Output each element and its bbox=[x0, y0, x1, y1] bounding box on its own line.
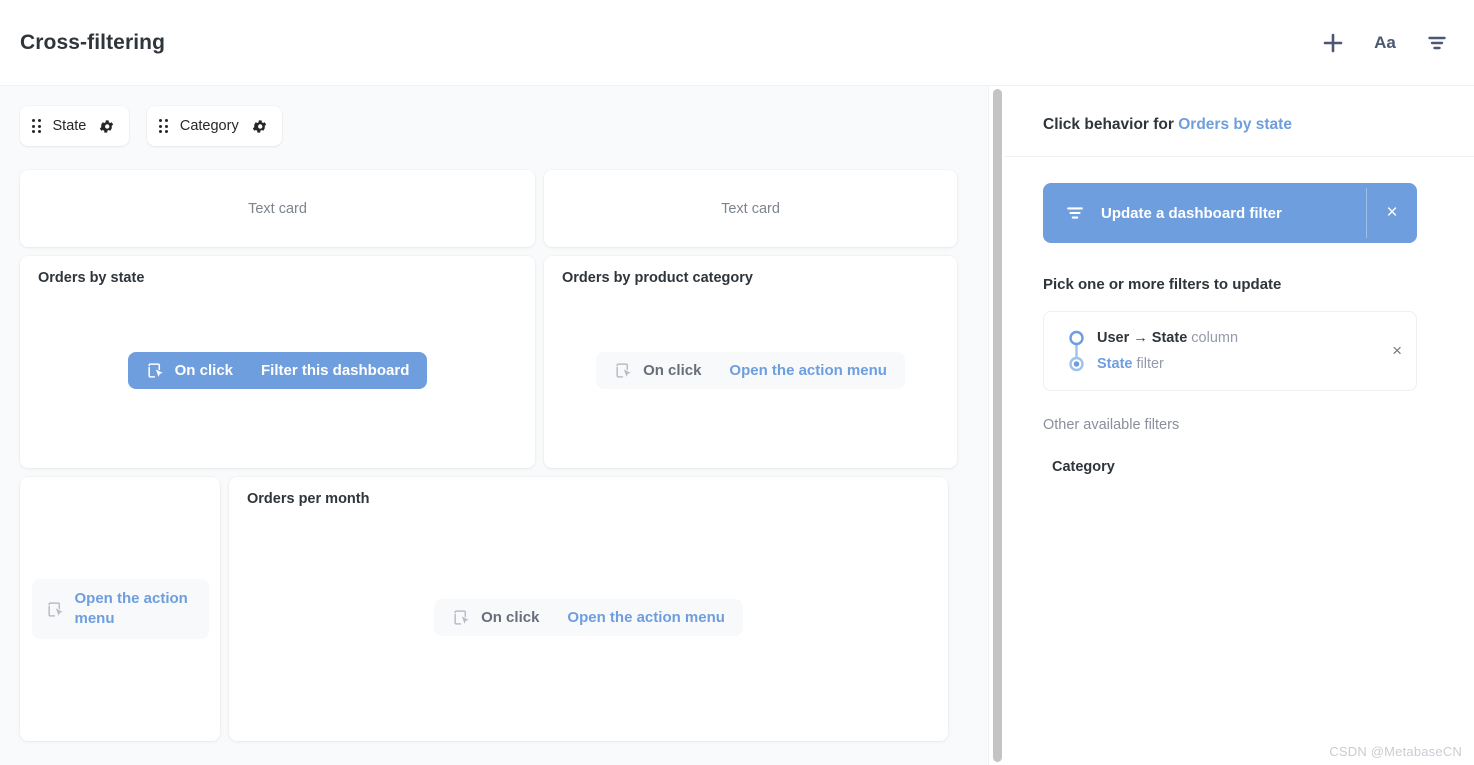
filter-mapping-texts: User → State column State filter bbox=[1097, 330, 1374, 372]
mapping-filter-name: State bbox=[1097, 355, 1133, 372]
close-icon[interactable]: × bbox=[1367, 183, 1417, 243]
other-filters-title: Other available filters bbox=[1043, 417, 1180, 433]
dashboard-card-untitled[interactable]: Open the action menu bbox=[20, 477, 220, 741]
selected-behavior-main[interactable]: Update a dashboard filter bbox=[1043, 183, 1366, 243]
click-target-icon bbox=[146, 361, 165, 380]
mapping-column-name: User → State bbox=[1097, 329, 1188, 346]
card-body: On click Open the action menu bbox=[562, 286, 939, 454]
card-body: Open the action menu bbox=[30, 491, 210, 727]
dashboard-grid: Text card Text card Orders by state On c… bbox=[20, 170, 985, 741]
click-behavior-value: Filter this dashboard bbox=[261, 361, 410, 379]
scrollbar-thumb[interactable] bbox=[993, 89, 1002, 762]
top-header-bar: Cross-filtering Aa bbox=[0, 0, 1474, 86]
sidebar-title: Click behavior for Orders by state bbox=[1043, 116, 1440, 134]
selected-behavior-bar[interactable]: Update a dashboard filter × bbox=[1043, 183, 1417, 243]
dashboard-card-orders-by-product-category[interactable]: Orders by product category On click Open… bbox=[544, 256, 957, 468]
click-behavior-pill[interactable]: Open the action menu bbox=[31, 578, 209, 640]
sidebar-header: Click behavior for Orders by state bbox=[1005, 86, 1474, 157]
drag-handle-icon[interactable] bbox=[32, 119, 41, 133]
dashboard-card-orders-by-state[interactable]: Orders by state On click Filter this das… bbox=[20, 256, 535, 468]
click-behavior-value: Open the action menu bbox=[729, 361, 887, 379]
card-body: On click Filter this dashboard bbox=[38, 286, 517, 454]
filter-icon bbox=[1065, 203, 1085, 223]
click-behavior-value: Open the action menu bbox=[74, 589, 188, 627]
filter-widget-bar: State Category bbox=[20, 106, 985, 146]
card-title: Orders by product category bbox=[562, 270, 753, 286]
other-filter-category[interactable]: Category bbox=[1052, 459, 1436, 475]
editor-body: State Category Text card Text card Order… bbox=[0, 86, 1474, 765]
dashboard-canvas: State Category Text card Text card Order… bbox=[0, 86, 1005, 765]
click-target-icon bbox=[614, 361, 633, 380]
pick-filters-title: Pick one or more filters to update bbox=[1043, 276, 1282, 293]
filter-widget-state[interactable]: State bbox=[20, 106, 130, 146]
sidebar-title-target[interactable]: Orders by state bbox=[1178, 116, 1292, 133]
text-format-label: Aa bbox=[1374, 32, 1396, 52]
click-behavior-value: Open the action menu bbox=[567, 608, 725, 626]
click-target-icon bbox=[46, 600, 65, 619]
selected-filter-mapping[interactable]: User → State column State filter × bbox=[1043, 311, 1417, 391]
click-behavior-pill-active[interactable]: On click Filter this dashboard bbox=[127, 351, 428, 389]
dashboard-editor: Cross-filtering Aa State Category Text c… bbox=[0, 0, 1474, 765]
header-actions: Aa bbox=[1320, 30, 1450, 56]
dashboard-card-text[interactable]: Text card bbox=[544, 170, 957, 247]
card-title: Orders by state bbox=[38, 270, 145, 286]
mapping-filter-suffix: filter bbox=[1132, 355, 1164, 372]
mapping-column-line: User → State column bbox=[1097, 330, 1374, 347]
selected-behavior-label: Update a dashboard filter bbox=[1101, 204, 1282, 222]
click-behavior-pill[interactable]: On click Open the action menu bbox=[434, 598, 743, 636]
grid-row: Open the action menu Orders per month On… bbox=[20, 477, 985, 741]
click-behavior-pill[interactable]: On click Open the action menu bbox=[596, 351, 905, 389]
dashboard-scrollbar[interactable] bbox=[988, 86, 1005, 765]
filter-icon[interactable] bbox=[1424, 30, 1450, 56]
click-behavior-label: On click bbox=[174, 361, 233, 379]
watermark: CSDN @MetabaseCN bbox=[1329, 744, 1462, 759]
mapping-column-suffix: column bbox=[1187, 329, 1239, 346]
gear-icon[interactable] bbox=[98, 118, 115, 135]
column-to-filter-connector-icon bbox=[1068, 329, 1085, 373]
filter-widget-label: Category bbox=[179, 118, 239, 134]
text-card-placeholder: Text card bbox=[721, 200, 780, 217]
click-behavior-label: On click bbox=[643, 361, 702, 379]
click-behavior-label: On click bbox=[481, 608, 540, 626]
filter-widget-category[interactable]: Category bbox=[147, 106, 282, 146]
dashboard-card-text[interactable]: Text card bbox=[20, 170, 535, 247]
grid-row: Text card Text card bbox=[20, 170, 985, 247]
sidebar-title-prefix: Click behavior for bbox=[1043, 116, 1179, 133]
gear-icon[interactable] bbox=[251, 118, 268, 135]
card-body: On click Open the action menu bbox=[247, 507, 930, 727]
dashboard-card-orders-per-month[interactable]: Orders per month On click Open the actio… bbox=[229, 477, 948, 741]
page-title: Cross-filtering bbox=[20, 30, 166, 54]
text-card-placeholder: Text card bbox=[248, 200, 307, 217]
grid-row: Orders by state On click Filter this das… bbox=[20, 256, 985, 468]
card-title: Orders per month bbox=[247, 491, 370, 507]
remove-mapping-icon[interactable]: × bbox=[1386, 341, 1402, 361]
filter-widget-label: State bbox=[52, 118, 87, 134]
mapping-filter-line: State filter bbox=[1097, 356, 1374, 373]
text-format-icon[interactable]: Aa bbox=[1372, 30, 1398, 56]
drag-handle-icon[interactable] bbox=[159, 119, 168, 133]
sidebar-content: Update a dashboard filter × Pick one or … bbox=[1005, 157, 1474, 475]
click-target-icon bbox=[452, 608, 471, 627]
click-behavior-sidebar: Click behavior for Orders by state Updat… bbox=[1005, 86, 1474, 765]
add-icon[interactable] bbox=[1320, 30, 1346, 56]
